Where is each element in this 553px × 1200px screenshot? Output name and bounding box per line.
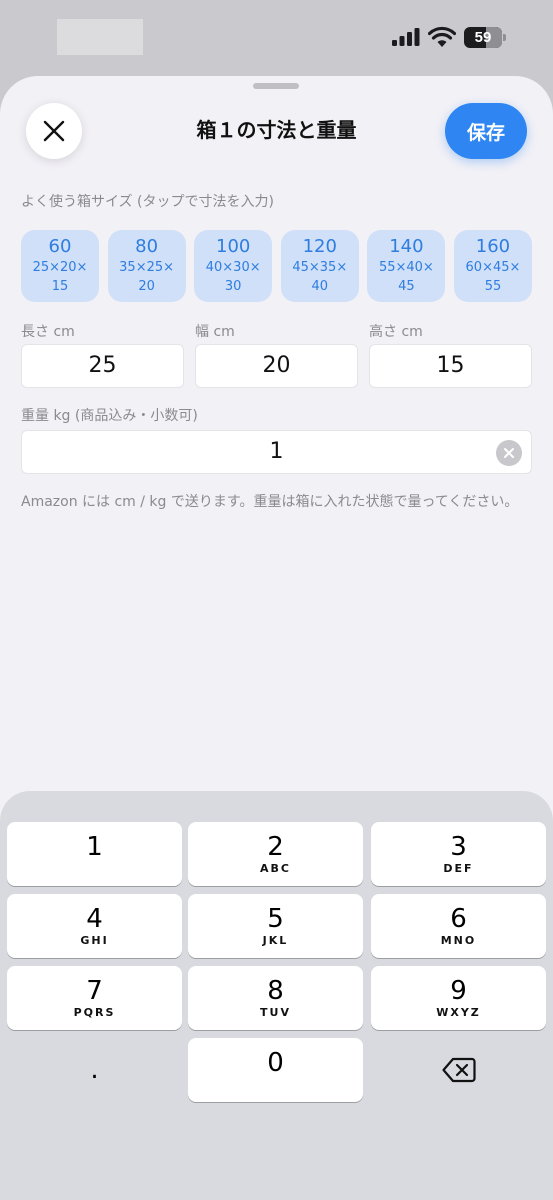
key-4[interactable]: 4 GHI — [7, 894, 182, 958]
preset-dims: 55×40× — [378, 260, 434, 275]
sheet-title: 箱１の寸法と重量 — [196, 118, 357, 142]
status-time-placeholder — [57, 19, 143, 55]
key-digit: 1 — [86, 832, 103, 862]
preset-button-60[interactable]: 60 25×20× 15 — [21, 230, 99, 302]
length-label: 長さ cm — [21, 324, 75, 340]
key-digit: 0 — [267, 1048, 284, 1078]
key-digit: 6 — [450, 904, 467, 934]
battery-indicator: 59 — [464, 27, 506, 48]
preset-button-100[interactable]: 100 40×30× 30 — [194, 230, 273, 302]
preset-size: 160 — [475, 236, 511, 257]
preset-button-80[interactable]: 80 35×25× 20 — [107, 230, 186, 302]
preset-dims: 40 — [311, 279, 329, 294]
preset-size: 60 — [48, 236, 72, 257]
preset-dims: 30 — [224, 279, 242, 294]
key-letters: GHI — [80, 934, 109, 947]
preset-size: 80 — [135, 236, 159, 257]
key-2[interactable]: 2 ABC — [188, 822, 363, 886]
battery-level: 59 — [474, 29, 492, 46]
key-letters: PQRS — [73, 1006, 116, 1019]
key-3[interactable]: 3 DEF — [371, 822, 546, 886]
key-digit: 7 — [86, 976, 103, 1006]
preset-dims: 15 — [51, 279, 69, 294]
key-decimal[interactable]: . — [7, 1038, 182, 1102]
key-0[interactable]: 0 — [188, 1038, 363, 1102]
preset-size: 100 — [216, 236, 251, 257]
key-8[interactable]: 8 TUV — [188, 966, 363, 1030]
close-icon — [43, 120, 65, 142]
key-digit: . — [90, 1055, 99, 1085]
key-letters: TUV — [260, 1006, 291, 1019]
sheet-grabber[interactable] — [253, 83, 299, 89]
preset-size: 140 — [389, 236, 424, 257]
presets-label: よく使う箱サイズ (タップで寸法を入力) — [21, 194, 274, 210]
preset-dims: 60×45× — [465, 260, 521, 275]
preset-dims: 25×20× — [32, 260, 88, 275]
key-6[interactable]: 6 MNO — [371, 894, 546, 958]
preset-dims: 20 — [138, 279, 155, 294]
preset-dims: 40×30× — [205, 260, 261, 275]
key-1[interactable]: 1 — [7, 822, 182, 886]
key-7[interactable]: 7 PQRS — [7, 966, 182, 1030]
key-digit: 8 — [267, 976, 284, 1006]
width-input[interactable]: 20 — [195, 344, 358, 388]
height-label: 高さ cm — [369, 324, 423, 340]
preset-button-120[interactable]: 120 45×35× 40 — [280, 230, 359, 302]
preset-button-140[interactable]: 140 55×40× 45 — [367, 230, 446, 302]
height-input[interactable]: 15 — [369, 344, 532, 388]
preset-dims: 45×35× — [292, 260, 348, 275]
backspace-icon — [441, 1057, 476, 1083]
key-5[interactable]: 5 JKL — [188, 894, 363, 958]
backspace-key[interactable] — [371, 1038, 546, 1102]
preset-dims: 55 — [484, 279, 502, 294]
number-keypad: 1 2 ABC 3 DEF 4 GHI 5 JKL 6 MNO 7 PQRS 8… — [0, 791, 553, 1200]
clear-button[interactable] — [496, 440, 522, 466]
weight-value: 1 — [269, 439, 284, 464]
preset-dims: 35×25× — [119, 260, 175, 275]
length-input[interactable]: 25 — [21, 344, 184, 388]
weight-label: 重量 kg (商品込み・小数可) — [21, 408, 198, 424]
key-digit: 9 — [450, 976, 467, 1006]
key-letters: JKL — [262, 934, 289, 947]
signal-icon — [392, 28, 420, 46]
key-digit: 4 — [86, 904, 103, 934]
key-letters: MNO — [440, 934, 477, 947]
unit-note: Amazon には cm / kg で送ります。重量は箱に入れた状態で量ってくだ… — [21, 494, 519, 510]
key-letters: DEF — [443, 862, 474, 875]
key-digit: 5 — [267, 904, 284, 934]
key-digit: 2 — [267, 832, 284, 862]
preset-list: 60 25×20× 15 80 35×25× 20 100 40×30× 30 … — [21, 230, 532, 302]
weight-input[interactable]: 1 — [21, 430, 532, 474]
width-label: 幅 cm — [195, 324, 235, 340]
key-9[interactable]: 9 WXYZ — [371, 966, 546, 1030]
key-letters: ABC — [260, 862, 291, 875]
preset-dims: 45 — [398, 279, 415, 294]
preset-size: 120 — [302, 236, 337, 257]
status-bar: 59 — [0, 0, 553, 76]
save-button[interactable]: 保存 — [445, 103, 527, 159]
key-letters: WXYZ — [436, 1006, 481, 1019]
preset-button-160[interactable]: 160 60×45× 55 — [453, 230, 532, 302]
key-digit: 3 — [450, 832, 467, 862]
wifi-icon — [428, 26, 456, 47]
clear-icon — [504, 448, 514, 458]
close-button[interactable] — [26, 103, 82, 159]
